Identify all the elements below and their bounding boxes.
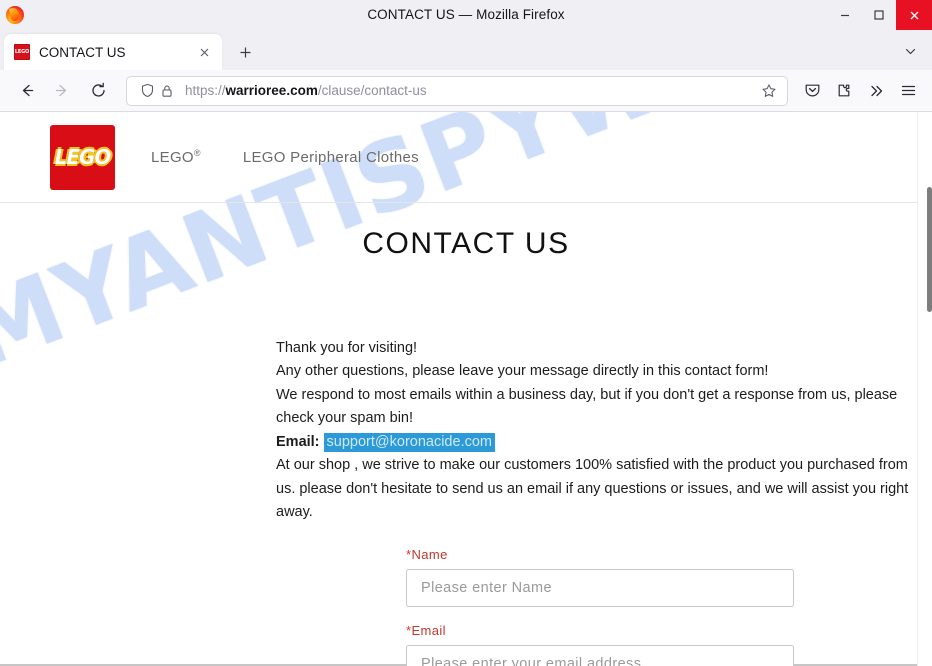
minimize-button[interactable] — [828, 0, 862, 30]
url-text[interactable]: https://warrioree.com/clause/contact-us — [185, 83, 757, 98]
window-title: CONTACT US — Mozilla Firefox — [367, 7, 565, 22]
url-path: /clause/contact-us — [317, 83, 427, 98]
contact-intro-text: Thank you for visiting! Any other questi… — [276, 337, 921, 525]
nav-item-lego[interactable]: LEGO® — [151, 148, 201, 166]
url-host: warrioree.com — [225, 83, 318, 98]
email-row: Email: support@koronacide.com — [276, 431, 921, 454]
page-scrollbar-thumb[interactable] — [927, 187, 932, 312]
lock-icon[interactable] — [157, 81, 177, 101]
new-tab-button[interactable] — [230, 37, 260, 67]
back-button[interactable] — [10, 75, 42, 107]
title-bar: CONTACT US — Mozilla Firefox — [0, 0, 932, 30]
email-label-text: Email — [411, 622, 446, 638]
url-prefix: https:// — [185, 83, 226, 98]
support-email-address[interactable]: support@koronacide.com — [323, 432, 495, 452]
pocket-icon[interactable] — [797, 76, 827, 106]
page-viewport: MYANTISPYWARE.COM LEGO LEGO® LEGO Periph… — [0, 112, 932, 666]
nav-item-lego-sup: ® — [193, 148, 201, 158]
contact-form: *Name Please enter Name *Email Please en… — [406, 547, 794, 666]
extensions-icon[interactable] — [829, 76, 859, 106]
url-bar[interactable]: https://warrioree.com/clause/contact-us — [126, 75, 788, 106]
window-controls — [828, 0, 932, 30]
lego-favicon-icon: LEGO — [14, 44, 30, 60]
firefox-window: CONTACT US — Mozilla Firefox LEGO CONTAC… — [0, 0, 932, 666]
chevrons-right-icon[interactable] — [861, 76, 891, 106]
page-title: CONTACT US — [362, 227, 570, 260]
list-all-tabs-icon[interactable] — [896, 37, 924, 65]
page-scrollbar[interactable] — [917, 112, 932, 666]
tab-close-icon[interactable] — [194, 42, 214, 62]
tab-strip: LEGO CONTACT US — [0, 30, 932, 70]
nav-item-peripheral-clothes-label: LEGO Peripheral Clothes — [242, 148, 419, 166]
navigation-toolbar: https://warrioree.com/clause/contact-us — [0, 70, 932, 112]
firefox-logo-icon — [6, 6, 24, 24]
email-field-label: *Email — [406, 623, 794, 638]
close-button[interactable] — [896, 0, 932, 30]
intro-line-3: We respond to most emails within a busin… — [276, 386, 898, 427]
shield-icon[interactable] — [137, 81, 157, 101]
name-field-label: *Name — [406, 547, 794, 562]
forward-button[interactable] — [46, 75, 78, 107]
email-input[interactable]: Please enter your email address — [406, 644, 794, 666]
tab-contact-us[interactable]: LEGO CONTACT US — [4, 34, 222, 70]
nav-item-peripheral-clothes[interactable]: LEGO Peripheral Clothes — [243, 149, 419, 166]
name-label-text: Name — [411, 546, 448, 562]
hamburger-menu-icon[interactable] — [893, 76, 923, 106]
site-nav: LEGO® LEGO Peripheral Clothes — [151, 148, 461, 166]
lego-logo-text: LEGO — [54, 144, 112, 169]
lego-logo[interactable]: LEGO — [50, 124, 115, 190]
reload-button[interactable] — [82, 75, 114, 107]
nav-item-lego-label: LEGO — [151, 149, 194, 166]
tab-title: CONTACT US — [39, 44, 126, 60]
intro-line-1: Thank you for visiting! — [276, 340, 418, 356]
maximize-button[interactable] — [862, 0, 896, 30]
email-label: Email: — [276, 433, 320, 450]
site-header: LEGO LEGO® LEGO Peripheral Clothes — [0, 112, 932, 203]
name-input[interactable]: Please enter Name — [406, 568, 794, 607]
intro-line-2: Any other questions, please leave your m… — [276, 363, 769, 380]
intro-line-4: At our shop , we strive to make our cust… — [276, 457, 909, 521]
star-icon[interactable] — [757, 79, 781, 103]
